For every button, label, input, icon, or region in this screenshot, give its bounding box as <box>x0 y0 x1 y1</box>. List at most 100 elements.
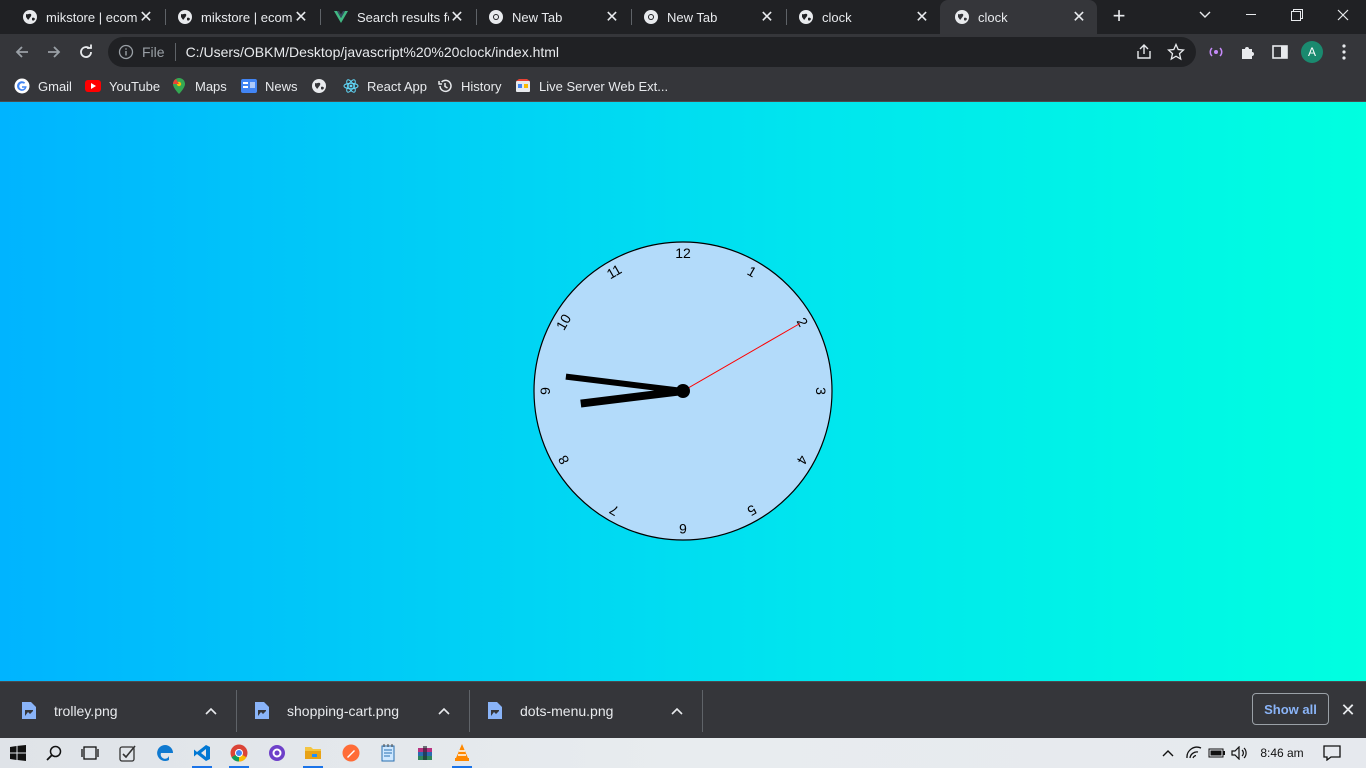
close-window-button[interactable] <box>1320 0 1366 30</box>
taskbar-clock[interactable]: 8:46 am <box>1257 744 1307 762</box>
globe-icon <box>798 9 814 25</box>
vscode-icon[interactable] <box>190 741 214 768</box>
bookmark-live-server[interactable]: Live Server Web Ext... <box>515 76 668 96</box>
chrome-icon[interactable] <box>227 741 251 768</box>
tab-4[interactable]: New Tab ✕ <box>474 0 630 34</box>
address-bar[interactable]: File C:/Users/OBKM/Desktop/javascript%20… <box>108 37 1196 67</box>
tab-2[interactable]: mikstore | ecomm ✕ <box>163 0 319 34</box>
side-panel-icon[interactable] <box>1270 42 1290 62</box>
chevron-up-icon[interactable] <box>1160 744 1176 762</box>
close-tab-icon[interactable]: ✕ <box>604 9 620 26</box>
windows-taskbar: 8:46 am <box>0 738 1366 768</box>
youtube-icon <box>85 78 101 94</box>
image-file-icon <box>255 702 269 719</box>
google-icon <box>14 78 30 94</box>
close-tab-icon[interactable]: ✕ <box>1071 9 1087 26</box>
image-file-icon <box>488 702 502 719</box>
chevron-up-icon[interactable] <box>667 707 687 715</box>
share-icon[interactable] <box>1134 42 1154 62</box>
bookmark-label: News <box>265 78 298 94</box>
download-filename: dots-menu.png <box>520 702 614 719</box>
chevron-up-icon[interactable] <box>201 707 221 715</box>
download-item[interactable]: dots-menu.png <box>466 682 699 739</box>
file-explorer-icon[interactable] <box>301 741 325 768</box>
tab-6[interactable]: clock ✕ <box>784 0 940 34</box>
extensions-puzzle-icon[interactable] <box>1238 42 1258 62</box>
tab-7-active[interactable]: clock ✕ <box>940 0 1097 34</box>
download-divider <box>702 690 703 732</box>
globe-icon <box>954 9 970 25</box>
search-icon[interactable] <box>42 741 66 765</box>
close-tab-icon[interactable]: ✕ <box>759 9 775 26</box>
bookmark-star-icon[interactable] <box>1166 42 1186 62</box>
url-text[interactable]: C:/Users/OBKM/Desktop/javascript%20%20cl… <box>186 44 559 60</box>
download-filename: trolley.png <box>54 702 118 719</box>
wifi-icon[interactable] <box>1185 744 1203 762</box>
globe-icon <box>22 9 38 25</box>
more-menu-icon[interactable] <box>1334 42 1354 62</box>
downloads-bar: trolley.png shopping-cart.png dots-menu.… <box>0 681 1366 738</box>
postman-icon[interactable] <box>339 741 363 765</box>
analog-clock: 121234567891011 <box>533 241 833 541</box>
extension-radio-icon[interactable] <box>1206 42 1226 62</box>
close-tab-icon[interactable]: ✕ <box>449 9 465 26</box>
tab-search-chevron-icon[interactable] <box>1182 0 1228 30</box>
show-all-downloads-button[interactable]: Show all <box>1252 693 1329 725</box>
bookmark-gmail[interactable]: Gmail <box>14 76 72 96</box>
page-viewport: 12 1 2 3 4 5 6 7 8 9 10 11 <box>0 102 1366 681</box>
tab-1[interactable]: mikstore | ecomm ✕ <box>8 0 164 34</box>
clock-number-12: 12 <box>675 245 691 261</box>
close-tab-icon[interactable]: ✕ <box>914 9 930 26</box>
vlc-icon[interactable] <box>450 741 474 768</box>
globe-icon <box>311 78 327 94</box>
bookmark-maps[interactable]: Maps <box>171 76 227 96</box>
tab-title: clock <box>978 9 1008 25</box>
tab-strip: mikstore | ecomm ✕ mikstore | ecomm ✕ Se… <box>0 0 1366 34</box>
winrar-icon[interactable] <box>413 741 437 765</box>
notepad-icon[interactable] <box>376 741 400 765</box>
restore-button[interactable] <box>1274 0 1320 30</box>
github-desktop-icon[interactable] <box>265 741 289 765</box>
close-tab-icon[interactable]: ✕ <box>138 9 154 26</box>
todo-icon[interactable] <box>116 741 140 765</box>
bookmark-label: Gmail <box>38 78 72 94</box>
download-filename: shopping-cart.png <box>287 702 400 719</box>
tab-3[interactable]: Search results for ✕ <box>319 0 475 34</box>
profile-avatar[interactable]: A <box>1301 41 1323 63</box>
download-item[interactable]: trolley.png <box>0 682 233 739</box>
download-item[interactable]: shopping-cart.png <box>233 682 466 739</box>
chevron-up-icon[interactable] <box>434 707 454 715</box>
close-downloads-bar-icon[interactable]: ✕ <box>1338 700 1358 720</box>
chrome-icon <box>643 9 659 25</box>
bookmark-history[interactable]: History <box>437 76 501 96</box>
battery-icon[interactable] <box>1208 744 1226 762</box>
bookmark-react-app[interactable]: React App <box>343 76 427 96</box>
live-server-icon <box>515 78 531 94</box>
bookmark-news[interactable]: News <box>241 76 298 96</box>
task-view-icon[interactable] <box>78 741 102 765</box>
tab-5[interactable]: New Tab ✕ <box>629 0 785 34</box>
tab-title: clock <box>822 9 852 25</box>
close-tab-icon[interactable]: ✕ <box>293 9 309 26</box>
react-icon <box>343 78 359 94</box>
site-info-icon[interactable] <box>118 44 134 60</box>
bookmark-globe[interactable] <box>311 76 335 96</box>
browser-toolbar: File C:/Users/OBKM/Desktop/javascript%20… <box>0 34 1366 70</box>
edge-icon[interactable] <box>153 741 177 765</box>
windows-start-icon[interactable] <box>6 741 30 765</box>
tab-title: New Tab <box>667 9 718 25</box>
minimize-button[interactable] <box>1228 0 1274 30</box>
back-button[interactable] <box>10 40 34 64</box>
reload-button[interactable] <box>74 40 98 64</box>
new-tab-button[interactable]: + <box>1108 3 1130 28</box>
volume-icon[interactable] <box>1231 744 1249 762</box>
forward-button[interactable] <box>42 40 66 64</box>
bookmark-label: React App <box>367 78 427 94</box>
notifications-icon[interactable] <box>1322 744 1342 762</box>
bookmark-youtube[interactable]: YouTube <box>85 76 160 96</box>
bookmark-label: History <box>461 78 502 94</box>
clock-number-3: 3 <box>813 387 829 395</box>
clock-number-6: 6 <box>679 521 687 537</box>
vue-icon <box>333 9 349 25</box>
image-file-icon <box>22 702 36 719</box>
